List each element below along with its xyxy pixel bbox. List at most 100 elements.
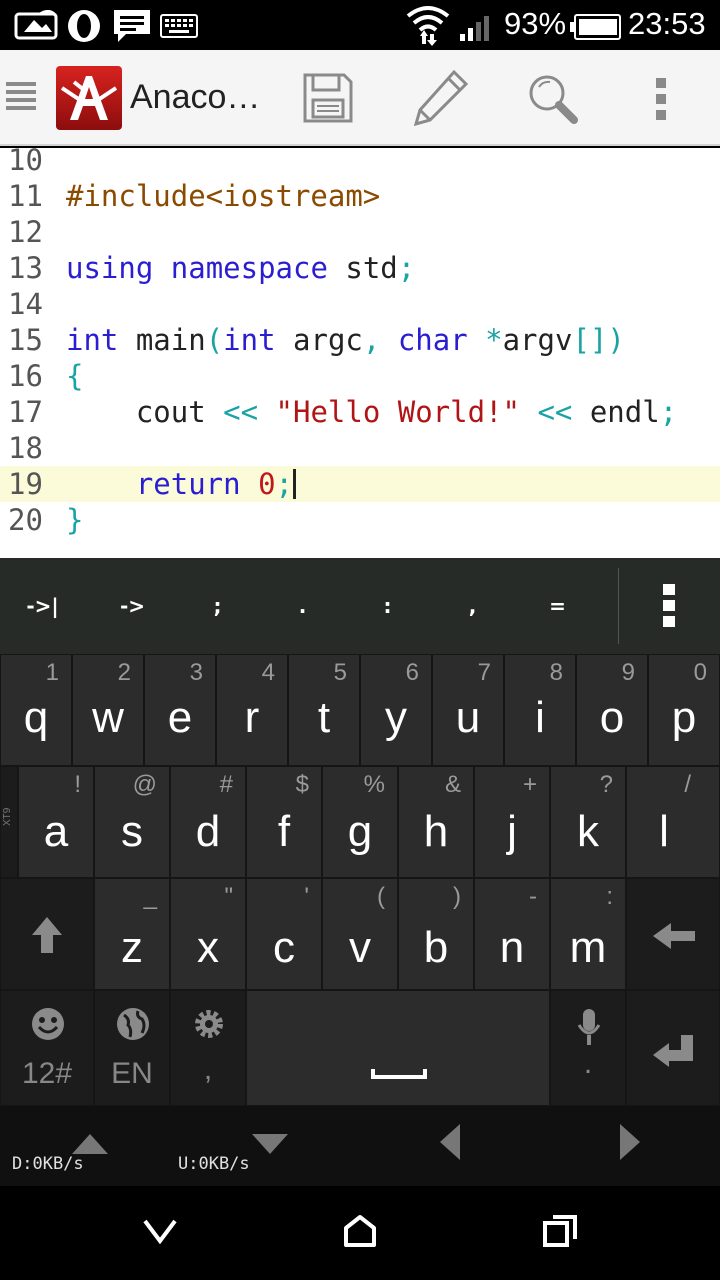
- arrow-down-icon[interactable]: [252, 1134, 288, 1154]
- arrow-up-icon[interactable]: [72, 1134, 108, 1154]
- key-hint: ': [304, 883, 309, 910]
- line-number: 17: [8, 395, 43, 429]
- back-icon[interactable]: [142, 1218, 178, 1244]
- key-label: t: [317, 693, 331, 742]
- key-t[interactable]: 5t: [288, 654, 360, 766]
- line-number: 19: [8, 467, 43, 501]
- arrow-left-icon[interactable]: [440, 1124, 460, 1160]
- key-r[interactable]: 4r: [216, 654, 288, 766]
- key-q[interactable]: 1q: [0, 654, 72, 766]
- search-icon[interactable]: [526, 72, 580, 126]
- line-number: 20: [8, 503, 43, 537]
- key-y[interactable]: 6y: [360, 654, 432, 766]
- shift-key[interactable]: [0, 878, 94, 990]
- key-k[interactable]: ? k: [550, 766, 626, 878]
- key-hint: 8: [549, 659, 563, 686]
- code-editor[interactable]: 10 11 #include<iostream> 12 13 using nam…: [0, 148, 720, 558]
- divider: [618, 568, 619, 644]
- key-f[interactable]: $ f: [246, 766, 322, 878]
- emoji-icon: [32, 1008, 64, 1040]
- key-w[interactable]: 2w: [72, 654, 144, 766]
- key-hint: !: [74, 771, 81, 798]
- key-e[interactable]: 3e: [144, 654, 216, 766]
- key-label: j: [507, 807, 517, 856]
- key-c[interactable]: ' c: [246, 878, 322, 990]
- symbol-key[interactable]: =: [515, 558, 600, 654]
- key-hint: 2: [117, 659, 131, 686]
- code-line: 20 }: [0, 502, 720, 538]
- voice-key[interactable]: .: [550, 990, 626, 1106]
- symbol-key[interactable]: ;: [175, 558, 260, 654]
- recents-icon[interactable]: [542, 1214, 578, 1248]
- battery-percent: 93%: [504, 6, 567, 41]
- key-p[interactable]: 0p: [648, 654, 720, 766]
- key-hint: ): [453, 883, 461, 910]
- symbol-key[interactable]: ->|: [0, 558, 85, 654]
- key-n[interactable]: -n: [474, 878, 550, 990]
- code-line: 10: [0, 148, 720, 178]
- key-m[interactable]: :m: [550, 878, 626, 990]
- home-icon[interactable]: [342, 1214, 378, 1248]
- key-z[interactable]: _ z: [94, 878, 170, 990]
- menu-icon[interactable]: [6, 80, 36, 116]
- key-hint: 7: [477, 659, 491, 686]
- key-label: r: [244, 693, 260, 742]
- key-x[interactable]: " x: [170, 878, 246, 990]
- punctuation: ;: [397, 251, 416, 285]
- key-label: q: [23, 693, 49, 742]
- key-hint: ?: [599, 771, 613, 798]
- app-logo[interactable]: [56, 66, 122, 130]
- keyword: int: [223, 323, 276, 357]
- key-j[interactable]: + j: [474, 766, 550, 878]
- punctuation: <<: [223, 395, 259, 429]
- symbol-key[interactable]: ,: [430, 558, 515, 654]
- punctuation: <<: [537, 395, 573, 429]
- clock: 23:53: [628, 6, 706, 41]
- symbol-key[interactable]: .: [260, 558, 345, 654]
- key-i[interactable]: 8i: [504, 654, 576, 766]
- punctuation: ,: [362, 323, 381, 357]
- key-l[interactable]: / l: [626, 766, 720, 878]
- key-v[interactable]: (v: [322, 878, 398, 990]
- globe-icon: [117, 1008, 149, 1040]
- key-d[interactable]: # d: [170, 766, 246, 878]
- symbol-key[interactable]: ->: [90, 558, 175, 654]
- enter-key[interactable]: [626, 990, 720, 1106]
- symbols-key[interactable]: 12#: [0, 990, 94, 1106]
- key-u[interactable]: 7u: [432, 654, 504, 766]
- key-s[interactable]: @ s: [94, 766, 170, 878]
- key-g[interactable]: % g: [322, 766, 398, 878]
- save-icon[interactable]: [302, 72, 354, 124]
- key-hint: 0: [693, 659, 707, 686]
- gear-icon: [195, 1010, 223, 1038]
- status-bar: 93% 23:53: [0, 0, 720, 50]
- arrow-right-icon[interactable]: [620, 1124, 640, 1160]
- backspace-key[interactable]: [626, 878, 720, 990]
- key-h[interactable]: & h: [398, 766, 474, 878]
- key-hint: 9: [621, 659, 635, 686]
- key-o[interactable]: 9o: [576, 654, 648, 766]
- settings-key[interactable]: ,: [170, 990, 246, 1106]
- language-key[interactable]: EN: [94, 990, 170, 1106]
- key-hint: $: [295, 771, 309, 798]
- opera-icon: [68, 10, 100, 42]
- key-a[interactable]: ! a: [18, 766, 94, 878]
- key-label: h: [423, 807, 449, 856]
- punctuation: }: [66, 503, 84, 537]
- voice-sub-label: .: [583, 1047, 593, 1080]
- line-number: 10: [8, 148, 43, 177]
- overflow-icon[interactable]: [661, 584, 679, 628]
- symbol-bar: ->| -> ; . : , =: [0, 558, 720, 654]
- edit-icon[interactable]: [410, 68, 470, 128]
- backspace-icon: [653, 923, 695, 949]
- key-label: s: [121, 807, 143, 856]
- identifier: argv: [502, 323, 573, 357]
- xt9-label: XT9: [2, 807, 13, 826]
- punctuation: ;: [659, 395, 678, 429]
- key-label: l: [659, 807, 669, 856]
- key-label: o: [599, 693, 625, 742]
- space-key[interactable]: [246, 990, 550, 1106]
- overflow-icon[interactable]: [654, 76, 670, 122]
- symbol-key[interactable]: :: [345, 558, 430, 654]
- key-b[interactable]: ) b: [398, 878, 474, 990]
